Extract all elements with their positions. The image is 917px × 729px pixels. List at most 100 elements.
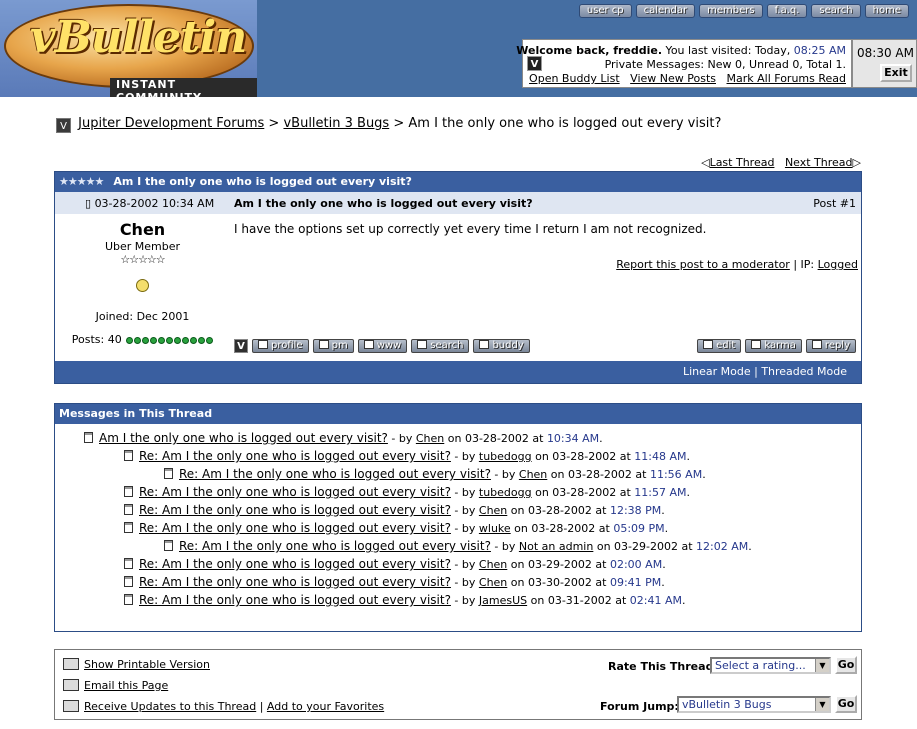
thread-message-row: Re: Am I the only one who is logged out … [124,593,686,607]
reputation-bar [125,333,214,346]
nav-user-cp-button[interactable]: user cp [578,4,632,18]
post-number-link[interactable]: Post #1 [813,197,856,210]
mark-forums-read-link[interactable]: Mark All Forums Read [727,72,847,85]
printable-version-link[interactable]: Show Printable Version [84,658,210,671]
welcome-visit-text: You last visited: Today, [662,44,794,57]
nav-members-button[interactable]: members [699,4,763,18]
message-author-link[interactable]: Chen [519,468,547,481]
threaded-mode-link[interactable]: Threaded Mode [761,365,847,378]
printable-option: Show Printable Version [63,658,210,671]
message-author-link[interactable]: Chen [416,432,444,445]
karma-button[interactable]: karma [745,339,802,353]
thread-message-row: Am I the only one who is logged out ever… [84,431,603,445]
thread-title: Am I the only one who is logged out ever… [113,175,412,188]
message-author-link[interactable]: tubedogg [479,486,532,499]
author-post-count: Posts: 40 [55,333,230,346]
breadcrumb-subforum-link[interactable]: vBulletin 3 Bugs [283,116,389,131]
time-text: 11:56 AM [649,468,703,481]
message-author-link[interactable]: Chen [479,558,507,571]
rate-go-button[interactable]: Go [835,656,857,674]
welcome-line: Welcome back, freddie. You last visited:… [516,44,846,57]
message-author-link[interactable]: wluke [479,522,511,535]
mode-separator: | [750,365,762,378]
edit-button[interactable]: edit [697,339,742,353]
buddy-button-label: buddy [492,340,524,351]
linear-mode-link[interactable]: Linear Mode [683,365,751,378]
nav-faq-button[interactable]: f.a.q. [766,4,808,18]
next-thread-link[interactable]: Next Thread [785,156,853,169]
nav-home-button[interactable]: home [864,4,909,18]
open-buddy-list-link[interactable]: Open Buddy List [529,72,620,85]
document-icon [164,540,173,551]
thread-message-row: Re: Am I the only one who is logged out … [164,467,706,481]
printer-icon [63,658,79,670]
reply-button[interactable]: reply [805,339,856,353]
post-number-text: Post #1 [813,197,856,210]
thread-message-row: Re: Am I the only one who is logged out … [124,503,665,517]
message-subject-link[interactable]: Re: Am I the only one who is logged out … [139,557,451,571]
by-text: - by [450,576,479,589]
message-subject-link[interactable]: Re: Am I the only one who is logged out … [139,521,451,535]
reputation-dot-icon [150,337,158,344]
add-favorites-link[interactable]: Add to your Favorites [267,700,384,713]
message-subject-link[interactable]: Re: Am I the only one who is logged out … [139,503,451,517]
by-text: - by [450,450,479,463]
nav-search-button[interactable]: search [811,4,861,18]
receive-updates-link[interactable]: Receive Updates to this Thread [84,700,256,713]
reputation-dot-icon [206,337,214,344]
edit-icon [703,340,714,349]
time-text: 02:00 AM [609,558,663,571]
message-author-link[interactable]: tubedogg [479,450,532,463]
message-subject-link[interactable]: Re: Am I the only one who is logged out … [139,575,451,589]
message-subject-link[interactable]: Re: Am I the only one who is logged out … [139,593,451,607]
welcome-visit-time: 08:25 AM [793,44,846,57]
jump-go-button[interactable]: Go [835,695,857,713]
vbulletin-logo[interactable]: vBulletin INSTANT COMMUNITY [0,0,257,97]
post-action-buttons: edit karma reply [697,339,856,353]
by-text: - by [387,432,416,445]
search-posts-button[interactable]: search [411,339,470,353]
breadcrumb-forum-link[interactable]: Jupiter Development Forums [78,116,264,131]
date-text: on 03-29-2002 at [593,540,697,553]
report-line: Report this post to a moderator | IP: Lo… [616,258,858,271]
forum-jump-select[interactable]: vBulletin 3 Bugs ▼ [677,696,831,713]
reputation-dot-icon [190,337,198,344]
profile-button[interactable]: profile [252,339,309,353]
top-nav-buttons: user cp calendar members f.a.q. search h… [578,4,909,18]
rating-select[interactable]: Select a rating... ▼ [710,657,831,674]
view-new-posts-link[interactable]: View New Posts [630,72,716,85]
report-post-link[interactable]: Report this post to a moderator [616,258,790,271]
message-subject-link[interactable]: Re: Am I the only one who is logged out … [179,467,491,481]
date-text: on 03-28-2002 at [547,468,650,481]
email-page-link[interactable]: Email this Page [84,679,168,692]
forum-home-icon[interactable]: V [56,118,71,133]
message-author-link[interactable]: Chen [479,576,507,589]
buddy-button[interactable]: buddy [473,339,530,353]
message-author-link[interactable]: JamesUS [479,594,527,607]
message-author-link[interactable]: Not an admin [519,540,593,553]
header-bar: vBulletin INSTANT COMMUNITY user cp cale… [0,0,917,97]
post-date: ▯ 03-28-2002 10:34 AM [85,197,214,210]
pm-button[interactable]: pm [312,339,354,353]
exit-button[interactable]: Exit [880,64,912,82]
reputation-dot-icon [126,337,134,344]
ip-logged-link[interactable]: Logged [818,258,858,271]
time-text: 11:48 AM [634,450,687,463]
message-subject-link[interactable]: Am I the only one who is logged out ever… [99,431,388,445]
document-icon [164,468,173,479]
logo-tagline: INSTANT COMMUNITY [110,78,257,97]
date-text: on 03-28-2002 at [507,504,610,517]
author-name[interactable]: Chen [55,220,230,239]
post-date-text: 03-28-2002 10:34 AM [94,197,215,210]
author-rank-stars-icon: ☆☆☆☆☆ [120,253,165,266]
nav-calendar-button[interactable]: calendar [635,4,696,18]
www-button[interactable]: www [357,339,408,353]
message-author-link[interactable]: Chen [479,504,507,517]
search-icon [417,340,428,349]
message-subject-link[interactable]: Re: Am I the only one who is logged out … [179,539,491,553]
document-icon [84,432,93,443]
message-subject-link[interactable]: Re: Am I the only one who is logged out … [139,449,451,463]
last-thread-link[interactable]: Last Thread [710,156,775,169]
reputation-dot-icon [158,337,166,344]
message-subject-link[interactable]: Re: Am I the only one who is logged out … [139,485,451,499]
